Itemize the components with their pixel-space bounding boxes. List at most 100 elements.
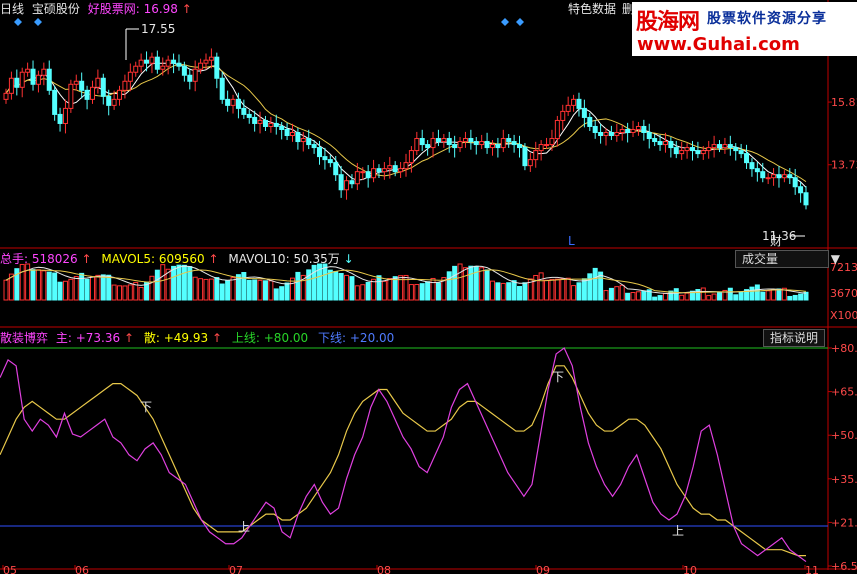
watermark-logo-text: 股海网 <box>636 10 700 35</box>
high-price-label: 17.55 <box>141 22 176 36</box>
volume-bar <box>208 278 214 301</box>
volume-bar <box>257 279 263 301</box>
special-data-tab[interactable]: 特色数据 <box>568 2 616 16</box>
candle-body <box>25 68 31 73</box>
candle-body <box>268 122 274 127</box>
indicator-help-button[interactable]: 指标说明 <box>763 329 826 347</box>
upper-label: 上线: <box>231 331 260 345</box>
candle-body <box>208 56 214 61</box>
candle-body <box>592 125 598 134</box>
volume-bar <box>495 282 501 301</box>
candle-body <box>462 138 468 143</box>
candle-body <box>257 119 263 124</box>
volume-bar <box>127 284 133 301</box>
volume-bar <box>246 279 252 301</box>
volume-bar <box>733 294 739 301</box>
candle-body <box>706 147 712 152</box>
candle-body <box>333 162 339 176</box>
indicator-tick-label: +35.9 <box>831 473 857 486</box>
indicator-tick-label: +50.6 <box>831 429 857 442</box>
candle-body <box>425 144 431 149</box>
candle-body <box>219 77 225 100</box>
candle-body <box>192 68 198 82</box>
volume-bar <box>3 279 9 301</box>
candle-body <box>468 138 474 143</box>
candle-body <box>187 74 193 82</box>
source-label: 好股票网: <box>87 2 140 16</box>
candle-body <box>176 62 182 67</box>
candle-body <box>798 186 804 194</box>
period-label[interactable]: 日线 <box>0 2 24 16</box>
candle-body <box>392 165 398 173</box>
volume-bar <box>603 290 609 301</box>
volume-bar <box>700 287 706 301</box>
volume-bar <box>506 282 512 301</box>
volume-bar <box>376 275 382 301</box>
volume-bar <box>57 281 63 301</box>
stock-name: 宝硕股份 <box>31 2 80 16</box>
candle-body <box>57 113 63 124</box>
volume-bar <box>754 284 760 301</box>
shang-marker: 上 <box>672 524 685 538</box>
candle-body <box>171 59 177 64</box>
y-tick-label: 13.73 <box>831 159 857 172</box>
volume-total-value: 518026 <box>31 252 78 266</box>
volume-bar <box>760 291 766 301</box>
candle-body <box>62 107 68 124</box>
volume-bar <box>79 272 85 301</box>
volume-bar <box>95 274 101 301</box>
volume-bar <box>538 272 544 301</box>
volume-selector[interactable]: 成交量 ▼ <box>735 250 840 268</box>
retail-label: 散: <box>143 331 160 345</box>
candle-body <box>144 59 150 64</box>
volume-bar <box>787 295 793 301</box>
candle-body <box>625 128 631 134</box>
candle-body <box>749 162 755 170</box>
candle-body <box>673 147 679 155</box>
volume-bar <box>614 286 620 301</box>
candle-body <box>408 150 414 164</box>
volume-bar <box>41 270 47 301</box>
volume-bar <box>479 267 485 301</box>
volume-bar <box>149 275 155 301</box>
volume-bar <box>560 278 566 301</box>
candle-body <box>138 59 144 67</box>
down-arrow-icon: ↓ <box>343 252 354 266</box>
volume-header: 总手: 518026 ↑ MAVOL5: 609560 ↑ MAVOL10: 5… <box>0 252 354 266</box>
candle-body <box>792 177 798 188</box>
candle-body <box>506 138 512 143</box>
candle-body <box>652 138 658 143</box>
candle-body <box>533 150 539 161</box>
candle-body <box>398 168 404 173</box>
volume-bar <box>500 282 506 301</box>
volume-bar <box>473 265 479 301</box>
volume-bar <box>252 279 258 301</box>
volume-bar <box>273 288 279 301</box>
volume-bar <box>430 277 436 301</box>
candle-body <box>203 59 209 64</box>
mavol5-value: 609560 <box>158 252 205 266</box>
candle-body <box>581 107 587 118</box>
volume-bar <box>311 264 317 301</box>
candle-body <box>576 98 582 109</box>
chevron-down-icon[interactable]: ▼ <box>831 251 840 267</box>
volume-bar <box>322 263 328 301</box>
event-diamond-icon <box>501 18 509 26</box>
volume-bar <box>160 264 166 301</box>
candle-body <box>246 113 252 118</box>
candle-body <box>522 147 528 167</box>
price-header: 日线 宝硕股份 好股票网: 16.98 ↑ <box>0 2 192 16</box>
main-value: +73.36 <box>75 331 121 345</box>
candle-body <box>457 141 463 149</box>
candle-body <box>273 122 279 127</box>
candle-body <box>630 128 636 134</box>
volume-bar <box>522 282 528 301</box>
volume-bar <box>727 287 733 301</box>
indicator-name: 散装博弈 <box>0 331 49 345</box>
volume-bar <box>749 286 755 301</box>
candle-body <box>376 168 382 173</box>
volume-bar <box>35 269 41 301</box>
indicator-tick-label: +80.0 <box>831 342 857 355</box>
candle-body <box>754 168 760 173</box>
volume-bar <box>381 280 387 301</box>
